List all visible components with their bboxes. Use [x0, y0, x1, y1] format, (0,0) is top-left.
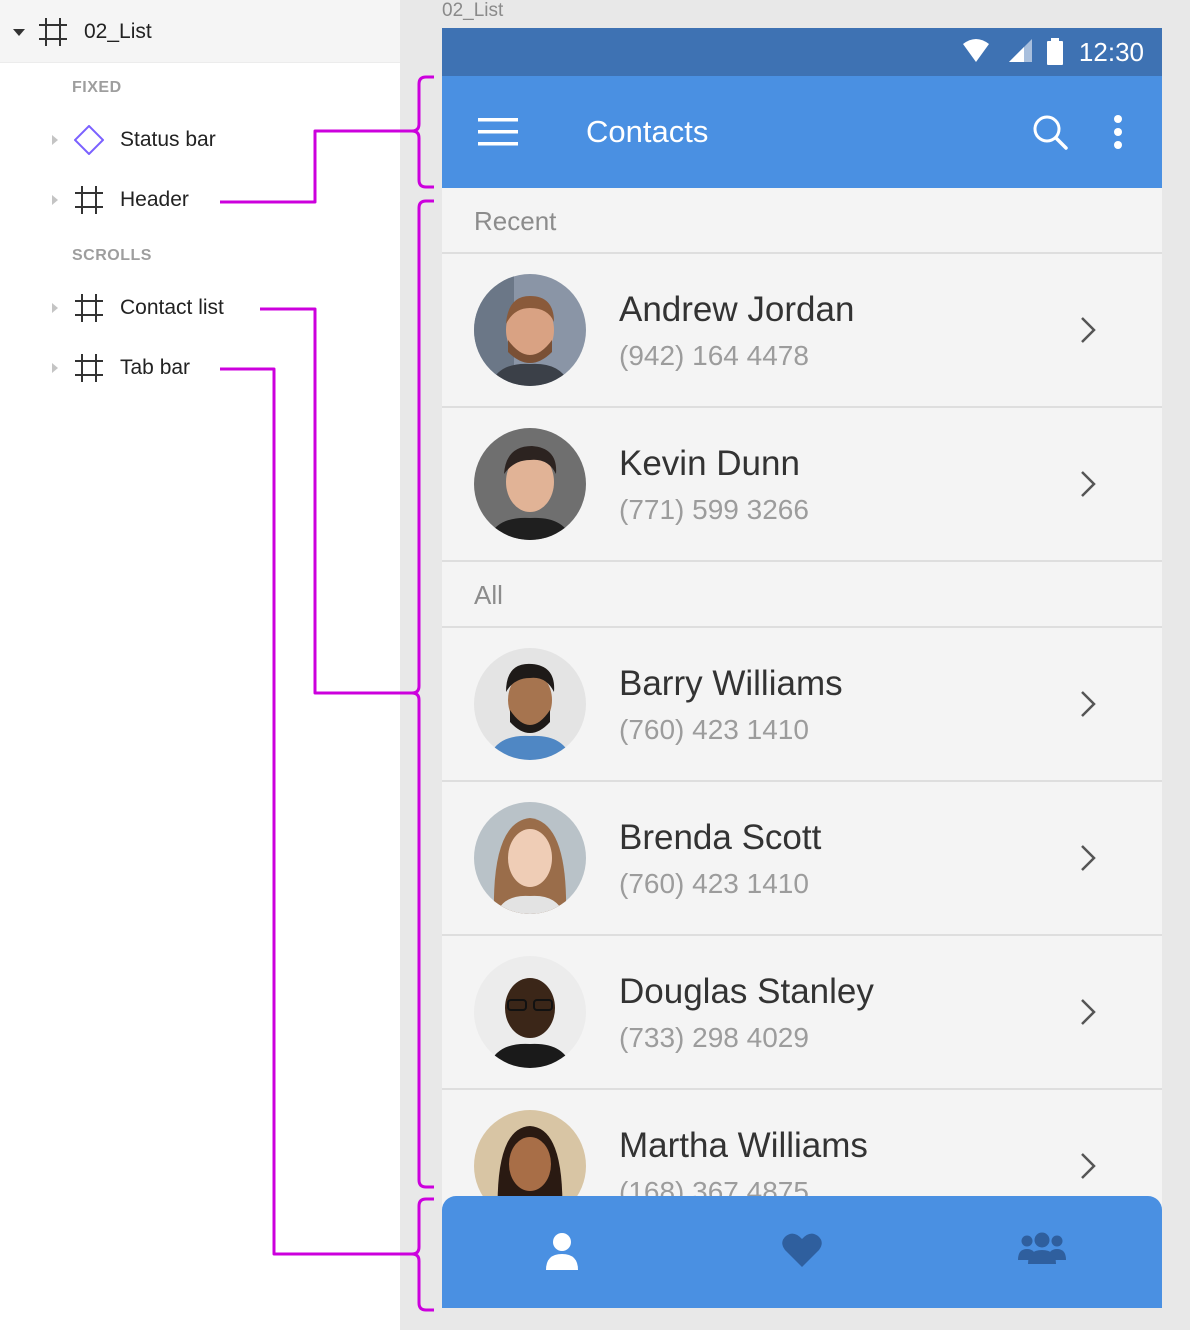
contact-name: Barry Williams [619, 664, 843, 703]
section-label-scrolls: SCROLLS [72, 247, 152, 264]
frame-icon [75, 354, 103, 382]
avatar [474, 802, 586, 914]
expand-caret-icon[interactable] [52, 363, 58, 373]
tab-groups[interactable] [922, 1196, 1162, 1308]
avatar [474, 648, 586, 760]
chevron-right-icon [1081, 845, 1096, 871]
chevron-right-icon [1081, 471, 1096, 497]
tab-bar [442, 1196, 1162, 1308]
hamburger-menu-icon[interactable] [478, 118, 518, 146]
section-header-all: All [442, 562, 1162, 628]
chevron-right-icon [1081, 999, 1096, 1025]
expand-caret-icon[interactable] [52, 195, 58, 205]
page-title: Contacts [586, 114, 709, 149]
layer-item-tab-bar[interactable]: Tab bar [0, 344, 400, 392]
contact-name: Andrew Jordan [619, 290, 855, 329]
section-label: Recent [474, 206, 557, 236]
section-label: All [474, 580, 503, 610]
contact-row[interactable]: Kevin Dunn (771) 599 3266 [442, 408, 1162, 562]
chevron-right-icon [1081, 317, 1096, 343]
collapse-caret-icon[interactable] [13, 29, 25, 36]
contact-list-bracket [410, 199, 434, 1189]
layer-label: Status bar [120, 128, 216, 151]
tab-contacts[interactable] [442, 1196, 682, 1308]
layer-label: Header [120, 188, 189, 211]
chevron-right-icon [1081, 691, 1096, 717]
contact-name: Martha Williams [619, 1126, 868, 1165]
contact-row[interactable]: Douglas Stanley (733) 298 4029 [442, 936, 1162, 1090]
more-vertical-icon[interactable] [1112, 114, 1124, 150]
contact-phone: (760) 423 1410 [619, 714, 809, 745]
battery-icon [1047, 38, 1063, 65]
contact-phone: (733) 298 4029 [619, 1022, 809, 1053]
chevron-right-icon [1081, 1153, 1096, 1179]
avatar [474, 956, 586, 1068]
frame-icon [75, 294, 103, 322]
frame-title[interactable]: 02_List [442, 0, 503, 22]
expand-caret-icon[interactable] [52, 135, 58, 145]
app-header: Contacts [442, 76, 1162, 188]
frame-icon [75, 186, 103, 214]
layer-item-status-bar[interactable]: Status bar [0, 116, 400, 164]
avatar [474, 428, 586, 540]
component-icon [74, 125, 104, 155]
layer-item-header[interactable]: Header [0, 176, 400, 224]
layer-label: Tab bar [120, 356, 191, 379]
contact-row[interactable]: Brenda Scott (760) 423 1410 [442, 782, 1162, 936]
wifi-icon [963, 39, 989, 62]
search-icon[interactable] [1032, 114, 1068, 150]
header-bracket [410, 75, 434, 189]
tab-bar-bracket [410, 1197, 434, 1312]
contact-row[interactable]: Barry Williams (760) 423 1410 [442, 628, 1162, 782]
layer-label: Contact list [120, 296, 224, 319]
contact-row[interactable]: Andrew Jordan (942) 164 4478 [442, 254, 1162, 408]
status-time: 12:30 [1078, 37, 1144, 67]
layer-root-row[interactable]: 02_List [0, 0, 400, 63]
section-label-fixed: FIXED [72, 79, 122, 96]
phone-frame: 12:30 Contacts Recent Andrew Jordan (942… [442, 28, 1162, 1308]
layer-root-label: 02_List [84, 20, 152, 43]
contact-phone: (760) 423 1410 [619, 868, 809, 899]
signal-icon [1009, 39, 1032, 62]
contact-phone: (942) 164 4478 [619, 340, 809, 371]
contact-phone: (771) 599 3266 [619, 494, 809, 525]
person-icon [546, 1233, 578, 1270]
frame-icon [39, 18, 67, 46]
contact-name: Douglas Stanley [619, 972, 874, 1011]
heart-icon [782, 1233, 822, 1267]
group-icon [1018, 1232, 1066, 1264]
status-bar: 12:30 [442, 28, 1162, 76]
contact-name: Kevin Dunn [619, 444, 800, 483]
tab-favorites[interactable] [682, 1196, 922, 1308]
layers-panel: 02_List FIXED Status bar Header SCROLLS … [0, 0, 400, 1330]
layer-item-contact-list[interactable]: Contact list [0, 284, 400, 332]
contact-name: Brenda Scott [619, 818, 822, 857]
expand-caret-icon[interactable] [52, 303, 58, 313]
section-header-recent: Recent [442, 188, 1162, 254]
avatar [474, 274, 586, 386]
